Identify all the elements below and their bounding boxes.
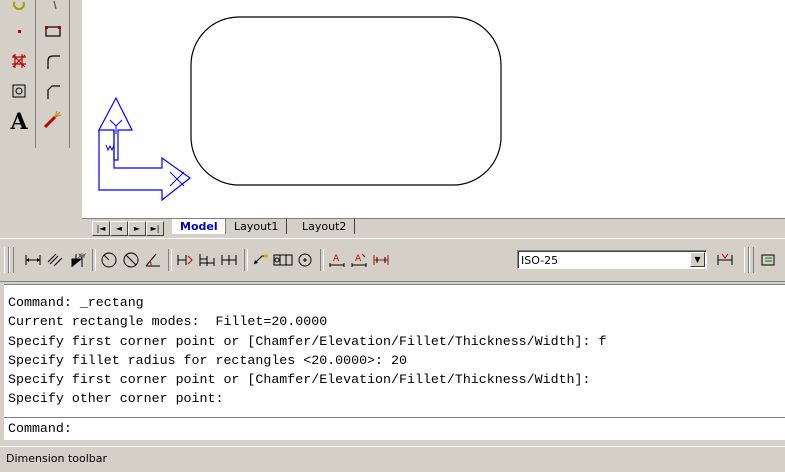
ordinate-dim-icon[interactable]: XY: [66, 249, 88, 271]
line-partial-icon[interactable]: [41, 0, 65, 14]
toolbar-separator: [92, 249, 96, 271]
prev-tab-button[interactable]: ◄: [110, 221, 128, 236]
command-input[interactable]: Command:: [4, 417, 785, 439]
svg-text:XY: XY: [78, 253, 86, 260]
linear-dim-icon[interactable]: [22, 249, 44, 271]
status-text: Dimension toolbar: [6, 452, 108, 465]
region-icon[interactable]: [7, 80, 31, 102]
dimedit-icon[interactable]: A: [326, 249, 348, 271]
rounded-rectangle: [190, 16, 502, 186]
toolbar-grip-2[interactable]: [9, 247, 14, 273]
dimstyle-icon[interactable]: [714, 249, 736, 271]
history-line: Specify first corner point or [Chamfer/E…: [8, 333, 607, 349]
dimtedit-icon[interactable]: A: [348, 249, 370, 271]
tolerance-icon[interactable]: [272, 249, 294, 271]
first-tab-button[interactable]: |◄: [92, 221, 110, 236]
last-tab-button[interactable]: ►|: [146, 221, 164, 236]
properties-icon[interactable]: [758, 249, 780, 271]
rectangle-icon[interactable]: [41, 20, 65, 42]
hatch-icon[interactable]: [7, 50, 31, 72]
chamfer-icon[interactable]: [41, 80, 65, 102]
next-tab-button[interactable]: ►: [128, 221, 146, 236]
command-window[interactable]: Command: _rectang Current rectangle modes…: [4, 284, 785, 440]
dimupdate-icon[interactable]: [370, 249, 392, 271]
ucs-icon: [98, 96, 192, 202]
toolbar-separator: [244, 249, 248, 271]
angular-dim-icon[interactable]: [142, 249, 164, 271]
status-bar: Dimension toolbar: [0, 446, 785, 472]
dimstyle-value: ISO-25: [521, 254, 559, 267]
toolbar-grip-4[interactable]: [749, 247, 754, 273]
drawing-area[interactable]: W: [82, 0, 785, 218]
point-icon[interactable]: [7, 20, 31, 42]
history-line: Specify other corner point:: [8, 391, 224, 407]
radius-dim-icon[interactable]: [98, 249, 120, 271]
diameter-dim-icon[interactable]: [120, 249, 142, 271]
modify-toolbar: [38, 0, 70, 148]
history-line: Current rectangle modes: Fillet=20.0000: [8, 314, 328, 330]
continue-dim-icon[interactable]: [218, 249, 240, 271]
baseline-dim-icon[interactable]: [196, 249, 218, 271]
text-icon[interactable]: A: [7, 108, 31, 136]
history-line: Command: _rectang: [8, 295, 144, 310]
circle-partial-icon[interactable]: [7, 0, 31, 14]
history-line: Specify first corner point or [Chamfer/E…: [8, 372, 591, 388]
left-toolbars: A: [0, 0, 75, 230]
dimstyle-select[interactable]: ISO-25 ▼: [517, 250, 707, 269]
toolbar-separator: [168, 249, 172, 271]
center-mark-icon[interactable]: [294, 249, 316, 271]
explode-icon[interactable]: [41, 108, 65, 130]
tab-layout1[interactable]: Layout1: [225, 219, 288, 234]
draw-toolbar: A: [4, 0, 36, 148]
toolbar-separator: [320, 249, 324, 271]
svg-text:A: A: [355, 254, 362, 264]
chevron-down-icon[interactable]: ▼: [690, 252, 705, 267]
history-line: Specify fillet radius for rectangles <20…: [8, 352, 407, 368]
fillet-icon[interactable]: [41, 50, 65, 72]
aligned-dim-icon[interactable]: [44, 249, 66, 271]
leader-icon[interactable]: [250, 249, 272, 271]
tab-layout2[interactable]: Layout2: [294, 219, 356, 234]
quick-dim-icon[interactable]: [174, 249, 196, 271]
svg-text:A: A: [333, 254, 340, 264]
layout-tab-bar: |◄ ◄ ► ►| Model Layout1 Layout2: [82, 218, 785, 237]
tab-model[interactable]: Model: [172, 219, 226, 234]
dimension-toolbar: XY A A ISO-25 ▼: [0, 238, 785, 282]
command-history: Command: _rectang Current rectangle modes…: [8, 293, 606, 409]
